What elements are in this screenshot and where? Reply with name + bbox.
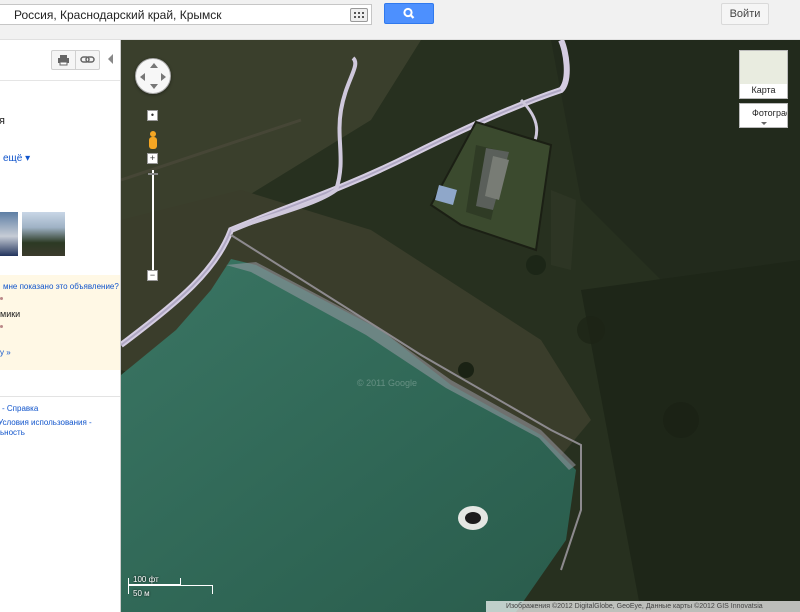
chevron-down-icon: ▾ [22,153,31,164]
ad-more-link[interactable]: у » [0,348,11,357]
map-type-map-label: Карта [751,85,776,95]
scale-bar-ft [128,578,181,585]
sidebar: я ещё ▾ мне показано это объявление? мик… [0,40,121,612]
pan-left-icon[interactable] [140,73,145,81]
place-photo[interactable] [22,212,65,256]
print-icon [58,55,69,66]
search-input[interactable] [14,6,344,24]
link-icon [80,56,95,63]
reset-view-button[interactable]: • [147,110,158,121]
zoom-out-button[interactable]: − [147,270,158,281]
help-link[interactable]: - Справка [2,404,38,413]
keyboard-icon[interactable] [350,8,368,22]
chevron-down-icon [761,122,767,125]
ad-text[interactable]: мики [0,309,20,319]
search-box [0,4,372,25]
more-link[interactable]: ещё ▾ [3,153,30,164]
bullet-icon [0,325,3,328]
collapse-sidebar-icon[interactable] [108,54,113,64]
map-type-photo-label: Фотограф [752,108,787,118]
login-button[interactable]: Войти [721,3,769,25]
scale-label-m: 50 м [133,589,150,598]
print-button[interactable] [51,50,76,70]
pan-control[interactable] [135,58,171,94]
ad-box: мне показано это объявление? мики у » [0,275,120,370]
more-label: ещё [3,153,23,164]
ad-why-link[interactable]: мне показано это объявление? [3,282,119,291]
zoom-slider-handle[interactable] [148,173,158,175]
zoom-in-button[interactable]: + [147,153,158,164]
pan-up-icon[interactable] [150,63,158,68]
satellite-imagery [121,40,800,612]
place-photo[interactable] [0,212,18,256]
place-name: я [0,115,5,127]
search-button[interactable] [384,3,434,24]
bullet-icon [0,297,3,300]
map-attribution: Изображения ©2012 DigitalGlobe, GeoEye, … [486,601,800,612]
map-view[interactable]: • + − Карта Фотограф © 2011 Google 100 ф… [121,40,800,612]
map-type-photo-button[interactable]: Фотограф [739,103,788,128]
imagery-watermark: © 2011 Google [357,378,418,388]
link-button[interactable] [75,50,100,70]
pan-down-icon[interactable] [150,84,158,89]
top-bar: Войти [0,0,800,40]
divider [0,396,120,397]
pan-right-icon[interactable] [161,73,166,81]
terms-link[interactable]: Условия использования - [0,418,92,427]
search-icon [403,7,415,19]
privacy-link[interactable]: ьность [0,428,25,437]
sidebar-toolbar [0,40,120,81]
pegman-icon[interactable] [148,131,158,151]
zoom-slider[interactable] [152,170,154,270]
map-type-map-button[interactable]: Карта [739,50,788,99]
